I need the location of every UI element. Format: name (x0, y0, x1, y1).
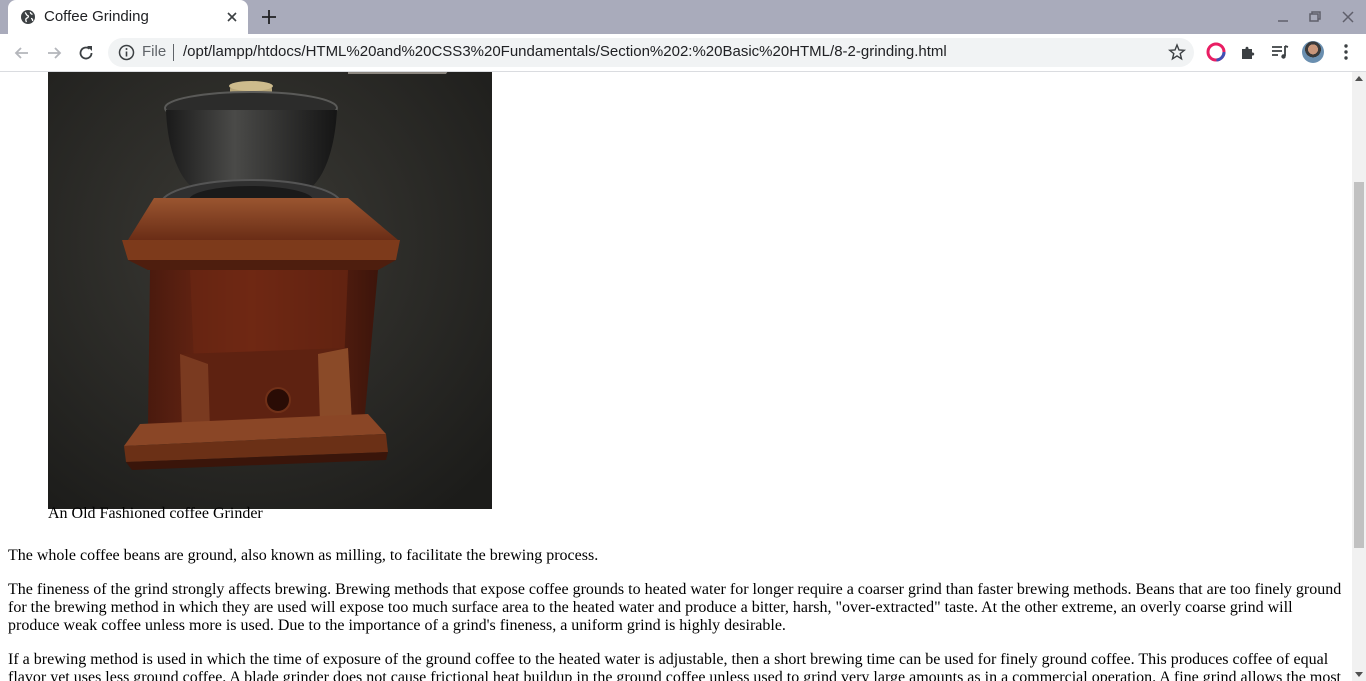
arrow-right-icon[interactable] (44, 43, 64, 63)
info-icon[interactable] (118, 44, 135, 61)
minimize-icon[interactable] (1275, 9, 1291, 25)
color-extension-icon[interactable] (1206, 42, 1226, 62)
page-scrollbar[interactable] (1352, 72, 1366, 681)
scroll-up-arrow-icon[interactable] (1355, 76, 1363, 81)
window-close-icon[interactable] (1340, 9, 1356, 25)
media-queue-icon[interactable] (1270, 42, 1290, 62)
url-text[interactable]: /opt/lampp/htdocs/HTML%20and%20CSS3%20Fu… (183, 43, 947, 60)
tab-strip: Coffee Grinding (0, 0, 1366, 34)
avatar[interactable] (1302, 41, 1324, 63)
close-icon[interactable] (224, 9, 240, 25)
plus-icon[interactable] (260, 8, 278, 26)
arrow-left-icon[interactable] (12, 43, 32, 63)
paragraph-brewing-method: If a brewing method is used in which the… (8, 651, 1341, 681)
figure-caption: An Old Fashioned coffee Grinder (48, 505, 263, 522)
scrollbar-thumb[interactable] (1354, 182, 1364, 548)
globe-icon (21, 10, 35, 24)
address-bar[interactable]: File /opt/lampp/htdocs/HTML%20and%20CSS3… (108, 38, 1194, 67)
url-scheme-label: File (142, 43, 167, 60)
tab-title: Coffee Grinding (44, 8, 149, 25)
paragraph-fineness: The fineness of the grind strongly affec… (8, 581, 1342, 634)
tab-coffee-grinding[interactable]: Coffee Grinding (8, 0, 248, 34)
page-viewport: An Old Fashioned coffee Grinder The whol… (0, 72, 1352, 681)
star-icon[interactable] (1168, 43, 1186, 61)
puzzle-icon[interactable] (1238, 42, 1258, 62)
paragraph-milling: The whole coffee beans are ground, also … (8, 547, 599, 564)
scroll-down-arrow-icon[interactable] (1355, 672, 1363, 677)
url-separator (173, 44, 174, 61)
kebab-menu-icon[interactable] (1336, 42, 1356, 62)
browser-toolbar: File /opt/lampp/htdocs/HTML%20and%20CSS3… (0, 34, 1366, 72)
restore-icon[interactable] (1307, 9, 1323, 25)
coffee-grinder-image (48, 72, 492, 509)
reload-icon[interactable] (76, 43, 96, 63)
